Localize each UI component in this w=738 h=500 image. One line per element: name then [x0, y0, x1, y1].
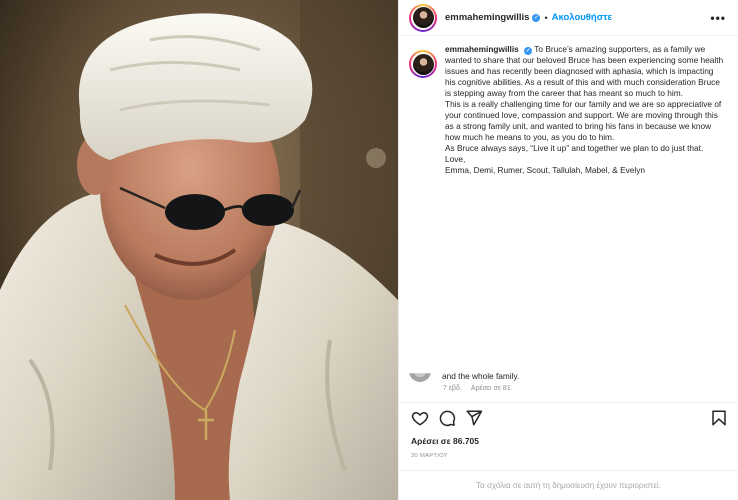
post-photo[interactable] [0, 0, 398, 500]
reply-meta: 7 εβδ. Αρέσει σε 81 [443, 385, 511, 392]
comment-reply: and the whole family. [409, 360, 519, 382]
reply-text: and the whole family. [442, 371, 520, 381]
reply-likes[interactable]: Αρέσει σε 81 [471, 385, 511, 392]
avatar-image [412, 53, 434, 75]
heart-icon[interactable] [411, 409, 429, 427]
caption-paragraph-5: Emma, Demi, Rumer, Scout, Tallulah, Mabe… [445, 164, 645, 175]
follow-button[interactable]: Ακολουθήστε [552, 12, 612, 23]
comments-restricted-notice: Τα σχόλια σε αυτή τη δημοσίευση έχουν πε… [399, 470, 738, 500]
avatar-inner [411, 52, 435, 76]
comments-area[interactable]: emmahemingwillis ✓ To Bruce’s amazing su… [399, 44, 738, 389]
post-likes-count[interactable]: Αρέσει σε 86.705 [411, 436, 479, 446]
author-avatar[interactable] [409, 3, 437, 32]
share-icon[interactable] [465, 409, 483, 427]
post-actions [399, 402, 738, 428]
post-header: emmahemingwillis ✓ • Ακολουθήστε ••• [399, 0, 738, 36]
header-separator: • [544, 12, 548, 23]
avatar-image [412, 7, 434, 28]
post-date[interactable]: 30 ΜΑΡΤΙΟΥ [411, 453, 448, 459]
more-options-icon[interactable]: ••• [710, 11, 726, 25]
caption-text: emmahemingwillis ✓ To Bruce’s amazing su… [445, 44, 726, 175]
caption-paragraph-4: Love, [445, 153, 466, 164]
verified-badge-icon: ✓ [532, 13, 541, 22]
caption-paragraph-1: emmahemingwillis ✓ To Bruce’s amazing su… [445, 44, 726, 99]
caption-paragraph-3: As Bruce always says, “Live it up” and t… [445, 142, 704, 153]
author-username[interactable]: emmahemingwillis [445, 12, 529, 23]
caption-username[interactable]: emmahemingwillis [445, 44, 519, 54]
commenter-avatar[interactable] [409, 373, 431, 382]
caption-avatar[interactable] [409, 50, 437, 78]
reply-age: 7 εβδ. [443, 385, 462, 392]
photo-illustration [0, 0, 398, 500]
comment-icon[interactable] [438, 409, 456, 427]
verified-badge-icon: ✓ [524, 47, 533, 56]
bookmark-icon[interactable] [710, 409, 728, 427]
post-side-panel: emmahemingwillis ✓ • Ακολουθήστε ••• emm… [398, 0, 738, 500]
avatar-inner [411, 5, 435, 30]
post-caption: emmahemingwillis ✓ To Bruce’s amazing su… [409, 44, 726, 175]
caption-paragraph-2: This is a really challenging time for ou… [445, 99, 722, 142]
